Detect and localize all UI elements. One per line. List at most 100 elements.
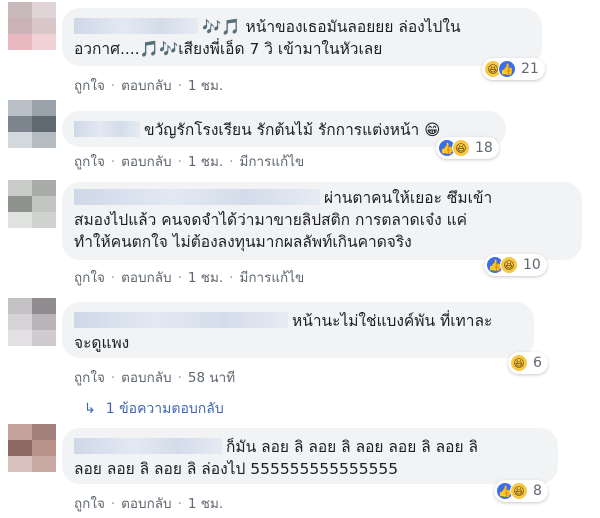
separator: · [110, 78, 116, 94]
avatar-tile [8, 298, 32, 314]
avatar-tile [8, 116, 32, 132]
avatar-tile [8, 180, 32, 196]
comment-bubble: ก็มัน ลอย ลิ ลอย ลิ ลอย ลอย ลิ ลอย ลิ ลอ… [62, 428, 558, 484]
reaction-summary[interactable]: 👍 😆 8 [494, 480, 548, 502]
avatar-tile [32, 330, 56, 346]
separator: · [177, 270, 182, 286]
comment-text-line: หน้านะไม่ใช่แบงค์พัน ที่เทาละ [74, 310, 520, 332]
view-replies-link[interactable]: ↳ 1 ข้อความตอบกลับ [84, 398, 224, 420]
comment-bubble: 🎶🎵 หน้าของเธอมันลอยยย ล่องไปใน อวกาศ....… [62, 8, 542, 66]
separator: · [110, 496, 116, 512]
comment-text-line: 🎶🎵 หน้าของเธอมันลอยยย ล่องไปใน [74, 16, 528, 38]
reply-link[interactable]: ตอบกลับ [121, 78, 171, 94]
avatar-tile [32, 298, 56, 314]
comment-actions: ถูกใจ · ตอบกลับ · 1 ชม. [74, 74, 223, 96]
edited-label[interactable]: มีการแก้ไข [239, 270, 304, 286]
reply-arrow-icon: ↳ [84, 401, 96, 417]
comment-bubble: ผ่านตาคนให้เยอะ ซึมเข้า สมองไปแล้ว คนจดจ… [62, 182, 582, 260]
avatar-tile [8, 196, 32, 212]
like-link[interactable]: ถูกใจ [74, 154, 105, 170]
haha-reaction-icon: 😆 [510, 354, 528, 372]
avatar-tile [8, 440, 32, 456]
reaction-count: 10 [523, 257, 541, 273]
reply-link[interactable]: ตอบกลับ [121, 270, 171, 286]
like-reaction-icon: 👍 [498, 60, 516, 78]
avatar[interactable] [8, 298, 56, 346]
avatar[interactable] [8, 100, 56, 148]
timestamp[interactable]: 1 ชม. [188, 270, 223, 286]
avatar-tile [32, 132, 56, 148]
avatar-tile [8, 212, 32, 228]
comment-text: หน้านะไม่ใช่แบงค์พัน ที่เทาละ [292, 312, 493, 330]
avatar-tile [32, 424, 56, 440]
comment-text: 🎶🎵 หน้าของเธอมันลอยยย ล่องไปใน [202, 18, 461, 36]
avatar-tile [32, 440, 56, 456]
comment-text-line: สมองไปแล้ว คนจดจำได้ว่ามาขายลิปสติก การต… [74, 209, 568, 231]
avatar-tile [32, 180, 56, 196]
separator: · [177, 154, 182, 170]
avatar-tile [8, 132, 32, 148]
reaction-summary[interactable]: 😆 6 [508, 352, 548, 374]
separator: · [229, 154, 234, 170]
avatar-tile [32, 100, 56, 116]
timestamp[interactable]: 1 ชม. [188, 496, 223, 512]
commenter-name-blurred[interactable] [74, 121, 140, 137]
reaction-summary[interactable]: 👍 😆 10 [484, 254, 547, 276]
haha-reaction-icon: 😆 [510, 482, 528, 500]
timestamp[interactable]: 1 ชม. [188, 154, 223, 170]
comment-actions: ถูกใจ · ตอบกลับ · 58 นาที [74, 366, 235, 388]
separator: · [177, 496, 182, 512]
reaction-count: 18 [475, 140, 493, 156]
comment-text: อวกาศ....🎵🎶เสียงพี่เอ็ด 7 วิ เข้ามาในหัว… [74, 40, 383, 58]
separator: · [177, 78, 182, 94]
reaction-count: 21 [521, 61, 539, 77]
reaction-summary[interactable]: 👍 😆 18 [436, 137, 499, 159]
edited-label[interactable]: มีการแก้ไข [239, 154, 304, 170]
avatar-tile [32, 456, 56, 472]
timestamp[interactable]: 58 นาที [188, 370, 235, 386]
separator: · [110, 370, 116, 386]
comment-text: จะดูแพง [74, 334, 130, 352]
like-link[interactable]: ถูกใจ [74, 496, 105, 512]
comment-text-line: ขวัญรักโรงเรียน รักต้นไม้ รักการแต่งหน้า… [74, 119, 492, 141]
comment-text-line: ผ่านตาคนให้เยอะ ซึมเข้า [74, 187, 568, 209]
avatar-tile [32, 314, 56, 330]
comment-text: ลอย ลอย ลิ ลอย ลิ ล่องไป 555555555555555 [74, 460, 399, 478]
commenter-name-blurred[interactable] [74, 312, 288, 328]
avatar-tile [32, 18, 56, 34]
reply-link[interactable]: ตอบกลับ [121, 154, 171, 170]
avatar-tile [8, 330, 32, 346]
replies-count-label: 1 ข้อความตอบกลับ [105, 401, 224, 417]
avatar-tile [8, 2, 32, 18]
comment-actions: ถูกใจ · ตอบกลับ · 1 ชม. [74, 492, 223, 514]
avatar[interactable] [8, 424, 56, 472]
avatar[interactable] [8, 180, 56, 228]
comment-text-line: อวกาศ....🎵🎶เสียงพี่เอ็ด 7 วิ เข้ามาในหัว… [74, 38, 528, 60]
comment-text: สมองไปแล้ว คนจดจำได้ว่ามาขายลิปสติก การต… [74, 211, 467, 229]
avatar-tile [8, 314, 32, 330]
avatar[interactable] [8, 2, 56, 50]
reaction-summary[interactable]: 😆 👍 21 [482, 58, 545, 80]
comment-text-line: ก็มัน ลอย ลิ ลอย ลิ ลอย ลอย ลิ ลอย ลิ [74, 436, 544, 458]
commenter-name-blurred[interactable] [74, 18, 198, 34]
comment-text: ขวัญรักโรงเรียน รักต้นไม้ รักการแต่งหน้า… [144, 121, 441, 139]
comment-actions: ถูกใจ · ตอบกลับ · 1 ชม. · มีการแก้ไข [74, 150, 304, 172]
reply-link[interactable]: ตอบกลับ [121, 496, 171, 512]
comment-text: ทำให้คนตกใจ ไม่ต้องลงทุนมากผลลัพท์เกินคา… [74, 233, 412, 251]
haha-reaction-icon: 😆 [500, 256, 518, 274]
like-link[interactable]: ถูกใจ [74, 78, 105, 94]
timestamp[interactable]: 1 ชม. [188, 78, 223, 94]
reaction-count: 8 [533, 483, 542, 499]
avatar-tile [32, 196, 56, 212]
comment-bubble: หน้านะไม่ใช่แบงค์พัน ที่เทาละ จะดูแพง [62, 302, 534, 358]
avatar-tile [8, 424, 32, 440]
reply-link[interactable]: ตอบกลับ [121, 370, 171, 386]
separator: · [110, 154, 116, 170]
avatar-tile [32, 2, 56, 18]
commenter-name-blurred[interactable] [74, 189, 320, 205]
like-link[interactable]: ถูกใจ [74, 370, 105, 386]
comment-text: ผ่านตาคนให้เยอะ ซึมเข้า [324, 189, 493, 207]
like-link[interactable]: ถูกใจ [74, 270, 105, 286]
comment-text-line: จะดูแพง [74, 332, 520, 354]
commenter-name-blurred[interactable] [74, 438, 222, 454]
